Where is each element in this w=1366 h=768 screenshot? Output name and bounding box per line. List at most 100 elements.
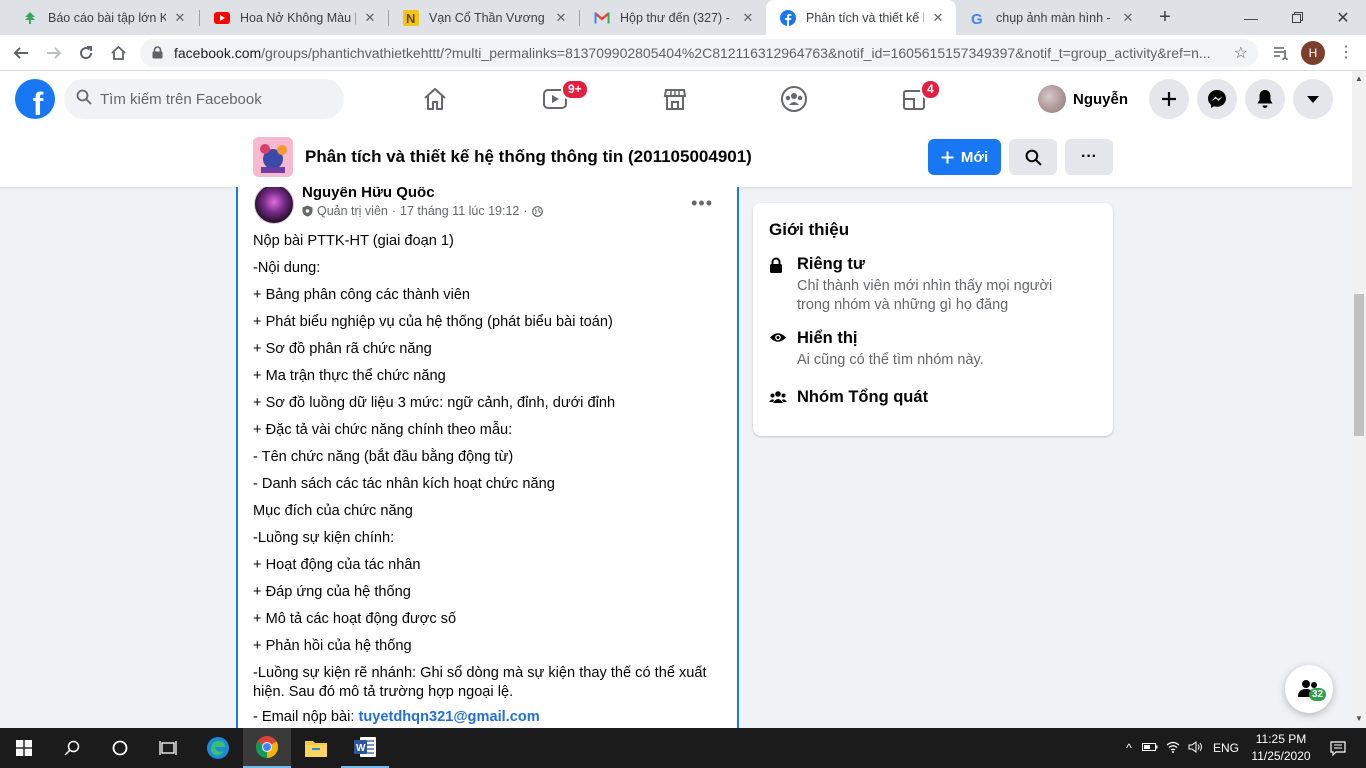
about-visible-desc: Ai cũng có thể tìm nhóm này. bbox=[797, 352, 984, 368]
post-line: + Sơ đồ phân rã chức năng bbox=[253, 341, 432, 357]
browser-tab[interactable]: G chụp ảnh màn hình - Tì ✕ bbox=[956, 0, 1146, 35]
post-line: + Đặc tả vài chức năng chính theo mẫu: bbox=[253, 422, 513, 438]
post-line: -Luồng sự kiện rẽ nhánh: Ghi sổ dòng mà … bbox=[253, 665, 707, 700]
nav-home-icon[interactable] bbox=[405, 79, 465, 119]
audience-globe-icon bbox=[531, 205, 543, 217]
close-icon[interactable]: ✕ bbox=[362, 10, 378, 26]
browser-profile-avatar[interactable]: H bbox=[1301, 41, 1325, 65]
file-explorer-icon[interactable] bbox=[292, 728, 340, 768]
close-icon[interactable]: ✕ bbox=[930, 10, 946, 26]
plus-icon bbox=[941, 151, 954, 163]
post-body: Nộp bài PTTK-HT (giai đoạn 1) -Nội dung:… bbox=[253, 232, 728, 728]
media-queue-icon[interactable] bbox=[1268, 40, 1294, 66]
post-options-icon[interactable]: ••• bbox=[691, 193, 713, 214]
gmail-icon bbox=[594, 10, 610, 26]
browser-tab[interactable]: N Vạn Cổ Thần Vương Ch ✕ bbox=[389, 0, 579, 35]
search-box[interactable] bbox=[64, 79, 344, 119]
system-tray: ^ ENG bbox=[1120, 728, 1246, 768]
cortana-icon[interactable] bbox=[96, 728, 144, 768]
post-line: - Danh sách các tác nhân kích hoạt chức … bbox=[253, 476, 555, 492]
new-button-label: Mới bbox=[960, 148, 989, 166]
post-line: + Phát biểu nghiệp vụ của hệ thống (phát… bbox=[253, 314, 613, 330]
new-message-button[interactable] bbox=[1285, 665, 1333, 713]
browser-tab[interactable]: Hộp thư đến (327) - hai ✕ bbox=[580, 0, 766, 35]
word-icon[interactable]: W bbox=[341, 728, 389, 768]
post-time[interactable]: 17 tháng 11 lúc 19:12 bbox=[400, 204, 519, 218]
group-cover-thumbnail[interactable] bbox=[253, 137, 293, 177]
google-icon: G bbox=[970, 10, 986, 26]
edge-icon[interactable] bbox=[194, 728, 242, 768]
author-avatar[interactable] bbox=[254, 187, 294, 224]
avatar bbox=[1038, 85, 1066, 113]
new-post-button[interactable]: Mới bbox=[928, 139, 1001, 175]
volume-icon[interactable] bbox=[1184, 740, 1206, 756]
email-link[interactable]: tuyetdhqn321@gmail.com bbox=[358, 709, 539, 725]
post-line: - Tên chức năng (bắt đầu bằng động từ) bbox=[253, 449, 514, 465]
scrollbar-thumb[interactable] bbox=[1354, 294, 1364, 436]
post-author[interactable]: Nguyễn Hữu Quốc bbox=[302, 187, 435, 201]
post-line: -Nội dung: bbox=[253, 260, 321, 276]
account-menu-icon[interactable] bbox=[1293, 79, 1333, 119]
window-close-icon[interactable]: ✕ bbox=[1320, 0, 1366, 35]
messenger-icon[interactable] bbox=[1197, 79, 1237, 119]
forward-icon[interactable] bbox=[41, 40, 67, 66]
post-line: Nộp bài PTTK-HT (giai đoạn 1) bbox=[253, 233, 454, 249]
post-line: + Mô tả các hoạt động được số bbox=[253, 611, 457, 627]
meta-dot: · bbox=[523, 204, 528, 218]
post-meta: Quản trị viên · 17 tháng 11 lúc 19:12 · bbox=[302, 204, 543, 218]
group-about-card: Giới thiệu Riêng tư Chỉ thành viên mới n… bbox=[753, 203, 1113, 436]
gaming-badge: 4 bbox=[920, 79, 941, 100]
show-hidden-icons-icon[interactable]: ^ bbox=[1120, 741, 1138, 755]
taskbar-clock[interactable]: 11:25 PM 11/25/2020 bbox=[1246, 731, 1316, 765]
group-title[interactable]: Phân tích và thiết kế hệ thống thông tin… bbox=[305, 147, 752, 167]
browser-menu-icon[interactable]: ⋮ bbox=[1338, 42, 1354, 62]
browser-tab-active[interactable]: Phân tích và thiết kế hệ ✕ bbox=[766, 0, 956, 35]
close-icon[interactable]: ✕ bbox=[172, 10, 188, 26]
post-line: + Bảng phân công các thành viên bbox=[253, 287, 471, 303]
close-icon[interactable]: ✕ bbox=[1120, 10, 1136, 26]
maximize-icon[interactable] bbox=[1274, 0, 1320, 35]
bookmark-star-icon[interactable]: ☆ bbox=[1234, 43, 1248, 63]
windows-taskbar: W ^ ENG 11:25 PM 11/25/2020 bbox=[0, 728, 1366, 768]
home-icon[interactable] bbox=[105, 40, 131, 66]
action-center-icon[interactable] bbox=[1320, 728, 1356, 768]
group-more-button[interactable]: ··· bbox=[1065, 139, 1113, 175]
tab-title: Phân tích và thiết kế hệ bbox=[806, 10, 924, 25]
browser-tab[interactable]: Báo cáo bài tập lớn Kĩ th ✕ bbox=[8, 0, 198, 35]
contacts-count-badge: 32 bbox=[1309, 688, 1327, 701]
post-line: Mục đích của chức năng bbox=[253, 503, 413, 519]
wifi-icon[interactable] bbox=[1162, 741, 1184, 756]
address-bar[interactable]: facebook.com/groups/phantichvathietkehtt… bbox=[140, 39, 1258, 67]
battery-icon[interactable] bbox=[1138, 741, 1162, 755]
group-search-button[interactable] bbox=[1009, 139, 1057, 175]
nav-marketplace-icon[interactable] bbox=[645, 79, 705, 119]
new-tab-button[interactable]: + bbox=[1152, 4, 1178, 30]
group-header-bar: Phân tích và thiết kế hệ thống thông tin… bbox=[0, 127, 1352, 187]
facebook-logo-icon[interactable]: f bbox=[15, 79, 55, 119]
reload-icon[interactable] bbox=[73, 40, 99, 66]
nav-groups-icon[interactable] bbox=[764, 79, 824, 119]
email-label: - Email nộp bài: bbox=[253, 709, 359, 725]
clock-time: 11:25 PM bbox=[1255, 732, 1307, 746]
close-icon[interactable]: ✕ bbox=[553, 10, 569, 26]
profile-shortcut[interactable]: Nguyễn bbox=[1038, 83, 1128, 115]
windows-start-icon[interactable] bbox=[0, 728, 48, 768]
search-input[interactable] bbox=[100, 90, 330, 108]
create-button[interactable] bbox=[1149, 79, 1189, 119]
minimize-icon[interactable]: — bbox=[1228, 0, 1274, 35]
task-view-icon[interactable] bbox=[144, 728, 192, 768]
page-scrollbar[interactable]: ▲ ▼ bbox=[1352, 71, 1366, 728]
scroll-down-icon[interactable]: ▼ bbox=[1355, 714, 1363, 723]
input-language[interactable]: ENG bbox=[1206, 741, 1246, 755]
search-icon bbox=[76, 89, 92, 109]
facebook-topnav: f 9+ 4 Nguyễn bbox=[0, 71, 1352, 127]
scroll-up-icon[interactable]: ▲ bbox=[1355, 74, 1363, 83]
close-icon[interactable]: ✕ bbox=[740, 10, 756, 26]
browser-tab[interactable]: Hoa Nở Không Màu | H ✕ bbox=[200, 0, 388, 35]
chrome-taskbar-icon[interactable] bbox=[243, 728, 291, 768]
taskbar-search-icon[interactable] bbox=[48, 728, 96, 768]
notifications-bell-icon[interactable] bbox=[1245, 79, 1285, 119]
admin-shield-icon bbox=[302, 205, 313, 217]
tab-title: chụp ảnh màn hình - Tì bbox=[996, 10, 1114, 25]
back-icon[interactable] bbox=[8, 40, 34, 66]
